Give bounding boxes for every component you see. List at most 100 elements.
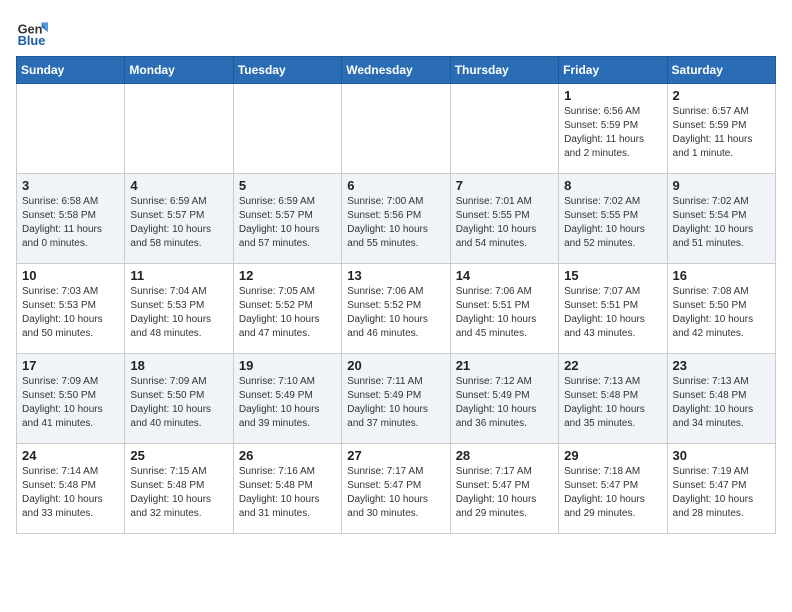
page-header: Gen Blue xyxy=(16,16,776,48)
day-info: Sunrise: 7:07 AM Sunset: 5:51 PM Dayligh… xyxy=(564,285,661,341)
col-header-saturday: Saturday xyxy=(667,57,775,84)
day-info: Sunrise: 6:59 AM Sunset: 5:57 PM Dayligh… xyxy=(130,195,227,251)
day-number: 8 xyxy=(564,178,661,193)
week-row-3: 10 Sunrise: 7:03 AM Sunset: 5:53 PM Dayli… xyxy=(17,264,776,354)
day-number: 18 xyxy=(130,358,227,373)
day-number: 27 xyxy=(347,448,444,463)
calendar-cell: 10 Sunrise: 7:03 AM Sunset: 5:53 PM Dayli… xyxy=(17,264,125,354)
day-number: 29 xyxy=(564,448,661,463)
week-row-4: 17 Sunrise: 7:09 AM Sunset: 5:50 PM Dayli… xyxy=(17,354,776,444)
day-info: Sunrise: 7:17 AM Sunset: 5:47 PM Dayligh… xyxy=(347,465,444,521)
day-number: 14 xyxy=(456,268,553,283)
day-number: 11 xyxy=(130,268,227,283)
day-info: Sunrise: 6:59 AM Sunset: 5:57 PM Dayligh… xyxy=(239,195,336,251)
calendar-header-row: SundayMondayTuesdayWednesdayThursdayFrid… xyxy=(17,57,776,84)
calendar-cell xyxy=(342,84,450,174)
calendar-cell: 20 Sunrise: 7:11 AM Sunset: 5:49 PM Dayli… xyxy=(342,354,450,444)
day-number: 30 xyxy=(673,448,770,463)
day-info: Sunrise: 7:17 AM Sunset: 5:47 PM Dayligh… xyxy=(456,465,553,521)
col-header-thursday: Thursday xyxy=(450,57,558,84)
day-info: Sunrise: 7:10 AM Sunset: 5:49 PM Dayligh… xyxy=(239,375,336,431)
calendar-cell: 14Sunrise: 7:06 AM Sunset: 5:51 PM Dayli… xyxy=(450,264,558,354)
day-info: Sunrise: 7:18 AM Sunset: 5:47 PM Dayligh… xyxy=(564,465,661,521)
day-info: Sunrise: 6:57 AM Sunset: 5:59 PM Dayligh… xyxy=(673,105,770,161)
calendar-cell: 2 Sunrise: 6:57 AM Sunset: 5:59 PM Daylig… xyxy=(667,84,775,174)
week-row-5: 24Sunrise: 7:14 AM Sunset: 5:48 PM Dayli… xyxy=(17,444,776,534)
calendar-cell xyxy=(233,84,341,174)
day-info: Sunrise: 7:16 AM Sunset: 5:48 PM Dayligh… xyxy=(239,465,336,521)
calendar-cell: 21Sunrise: 7:12 AM Sunset: 5:49 PM Dayli… xyxy=(450,354,558,444)
calendar-cell xyxy=(17,84,125,174)
day-info: Sunrise: 7:11 AM Sunset: 5:49 PM Dayligh… xyxy=(347,375,444,431)
col-header-sunday: Sunday xyxy=(17,57,125,84)
day-info: Sunrise: 7:13 AM Sunset: 5:48 PM Dayligh… xyxy=(564,375,661,431)
col-header-tuesday: Tuesday xyxy=(233,57,341,84)
day-number: 13 xyxy=(347,268,444,283)
day-info: Sunrise: 7:08 AM Sunset: 5:50 PM Dayligh… xyxy=(673,285,770,341)
calendar-cell xyxy=(125,84,233,174)
day-number: 10 xyxy=(22,268,119,283)
calendar-cell: 6 Sunrise: 7:00 AM Sunset: 5:56 PM Daylig… xyxy=(342,174,450,264)
calendar-cell: 16 Sunrise: 7:08 AM Sunset: 5:50 PM Dayli… xyxy=(667,264,775,354)
day-info: Sunrise: 7:15 AM Sunset: 5:48 PM Dayligh… xyxy=(130,465,227,521)
day-number: 2 xyxy=(673,88,770,103)
calendar-cell: 1 Sunrise: 6:56 AM Sunset: 5:59 PM Daylig… xyxy=(559,84,667,174)
day-info: Sunrise: 7:13 AM Sunset: 5:48 PM Dayligh… xyxy=(673,375,770,431)
calendar-table: SundayMondayTuesdayWednesdayThursdayFrid… xyxy=(16,56,776,534)
day-number: 16 xyxy=(673,268,770,283)
calendar-cell: 3 Sunrise: 6:58 AM Sunset: 5:58 PM Daylig… xyxy=(17,174,125,264)
day-number: 15 xyxy=(564,268,661,283)
calendar-cell: 24Sunrise: 7:14 AM Sunset: 5:48 PM Dayli… xyxy=(17,444,125,534)
logo: Gen Blue xyxy=(16,16,52,48)
calendar-cell: 29 Sunrise: 7:18 AM Sunset: 5:47 PM Dayli… xyxy=(559,444,667,534)
calendar-cell: 19Sunrise: 7:10 AM Sunset: 5:49 PM Dayli… xyxy=(233,354,341,444)
week-row-2: 3 Sunrise: 6:58 AM Sunset: 5:58 PM Daylig… xyxy=(17,174,776,264)
day-info: Sunrise: 7:09 AM Sunset: 5:50 PM Dayligh… xyxy=(130,375,227,431)
day-info: Sunrise: 7:02 AM Sunset: 5:54 PM Dayligh… xyxy=(673,195,770,251)
calendar-cell: 4 Sunrise: 6:59 AM Sunset: 5:57 PM Daylig… xyxy=(125,174,233,264)
svg-text:Blue: Blue xyxy=(18,33,46,48)
calendar-cell: 27 Sunrise: 7:17 AM Sunset: 5:47 PM Dayli… xyxy=(342,444,450,534)
day-info: Sunrise: 6:58 AM Sunset: 5:58 PM Dayligh… xyxy=(22,195,119,251)
day-number: 7 xyxy=(456,178,553,193)
calendar-cell: 26 Sunrise: 7:16 AM Sunset: 5:48 PM Dayli… xyxy=(233,444,341,534)
day-info: Sunrise: 7:03 AM Sunset: 5:53 PM Dayligh… xyxy=(22,285,119,341)
day-number: 20 xyxy=(347,358,444,373)
day-number: 23 xyxy=(673,358,770,373)
calendar-cell: 9 Sunrise: 7:02 AM Sunset: 5:54 PM Daylig… xyxy=(667,174,775,264)
day-number: 26 xyxy=(239,448,336,463)
calendar-cell: 13 Sunrise: 7:06 AM Sunset: 5:52 PM Dayli… xyxy=(342,264,450,354)
day-info: Sunrise: 7:14 AM Sunset: 5:48 PM Dayligh… xyxy=(22,465,119,521)
calendar-cell: 28Sunrise: 7:17 AM Sunset: 5:47 PM Dayli… xyxy=(450,444,558,534)
day-number: 6 xyxy=(347,178,444,193)
day-number: 9 xyxy=(673,178,770,193)
day-number: 4 xyxy=(130,178,227,193)
day-number: 12 xyxy=(239,268,336,283)
calendar-cell: 7Sunrise: 7:01 AM Sunset: 5:55 PM Daylig… xyxy=(450,174,558,264)
calendar-cell: 17Sunrise: 7:09 AM Sunset: 5:50 PM Dayli… xyxy=(17,354,125,444)
col-header-friday: Friday xyxy=(559,57,667,84)
calendar-cell: 8 Sunrise: 7:02 AM Sunset: 5:55 PM Daylig… xyxy=(559,174,667,264)
day-info: Sunrise: 6:56 AM Sunset: 5:59 PM Dayligh… xyxy=(564,105,661,161)
day-number: 25 xyxy=(130,448,227,463)
col-header-monday: Monday xyxy=(125,57,233,84)
calendar-cell: 15 Sunrise: 7:07 AM Sunset: 5:51 PM Dayli… xyxy=(559,264,667,354)
day-number: 22 xyxy=(564,358,661,373)
day-info: Sunrise: 7:12 AM Sunset: 5:49 PM Dayligh… xyxy=(456,375,553,431)
day-info: Sunrise: 7:02 AM Sunset: 5:55 PM Dayligh… xyxy=(564,195,661,251)
calendar-cell: 5Sunrise: 6:59 AM Sunset: 5:57 PM Daylig… xyxy=(233,174,341,264)
day-number: 17 xyxy=(22,358,119,373)
day-info: Sunrise: 7:00 AM Sunset: 5:56 PM Dayligh… xyxy=(347,195,444,251)
calendar-cell: 18 Sunrise: 7:09 AM Sunset: 5:50 PM Dayli… xyxy=(125,354,233,444)
day-number: 3 xyxy=(22,178,119,193)
calendar-cell: 25 Sunrise: 7:15 AM Sunset: 5:48 PM Dayli… xyxy=(125,444,233,534)
calendar-cell: 30 Sunrise: 7:19 AM Sunset: 5:47 PM Dayli… xyxy=(667,444,775,534)
week-row-1: 1 Sunrise: 6:56 AM Sunset: 5:59 PM Daylig… xyxy=(17,84,776,174)
day-info: Sunrise: 7:06 AM Sunset: 5:52 PM Dayligh… xyxy=(347,285,444,341)
calendar-cell: 23 Sunrise: 7:13 AM Sunset: 5:48 PM Dayli… xyxy=(667,354,775,444)
calendar-cell: 22 Sunrise: 7:13 AM Sunset: 5:48 PM Dayli… xyxy=(559,354,667,444)
day-number: 1 xyxy=(564,88,661,103)
day-info: Sunrise: 7:19 AM Sunset: 5:47 PM Dayligh… xyxy=(673,465,770,521)
calendar-cell xyxy=(450,84,558,174)
col-header-wednesday: Wednesday xyxy=(342,57,450,84)
